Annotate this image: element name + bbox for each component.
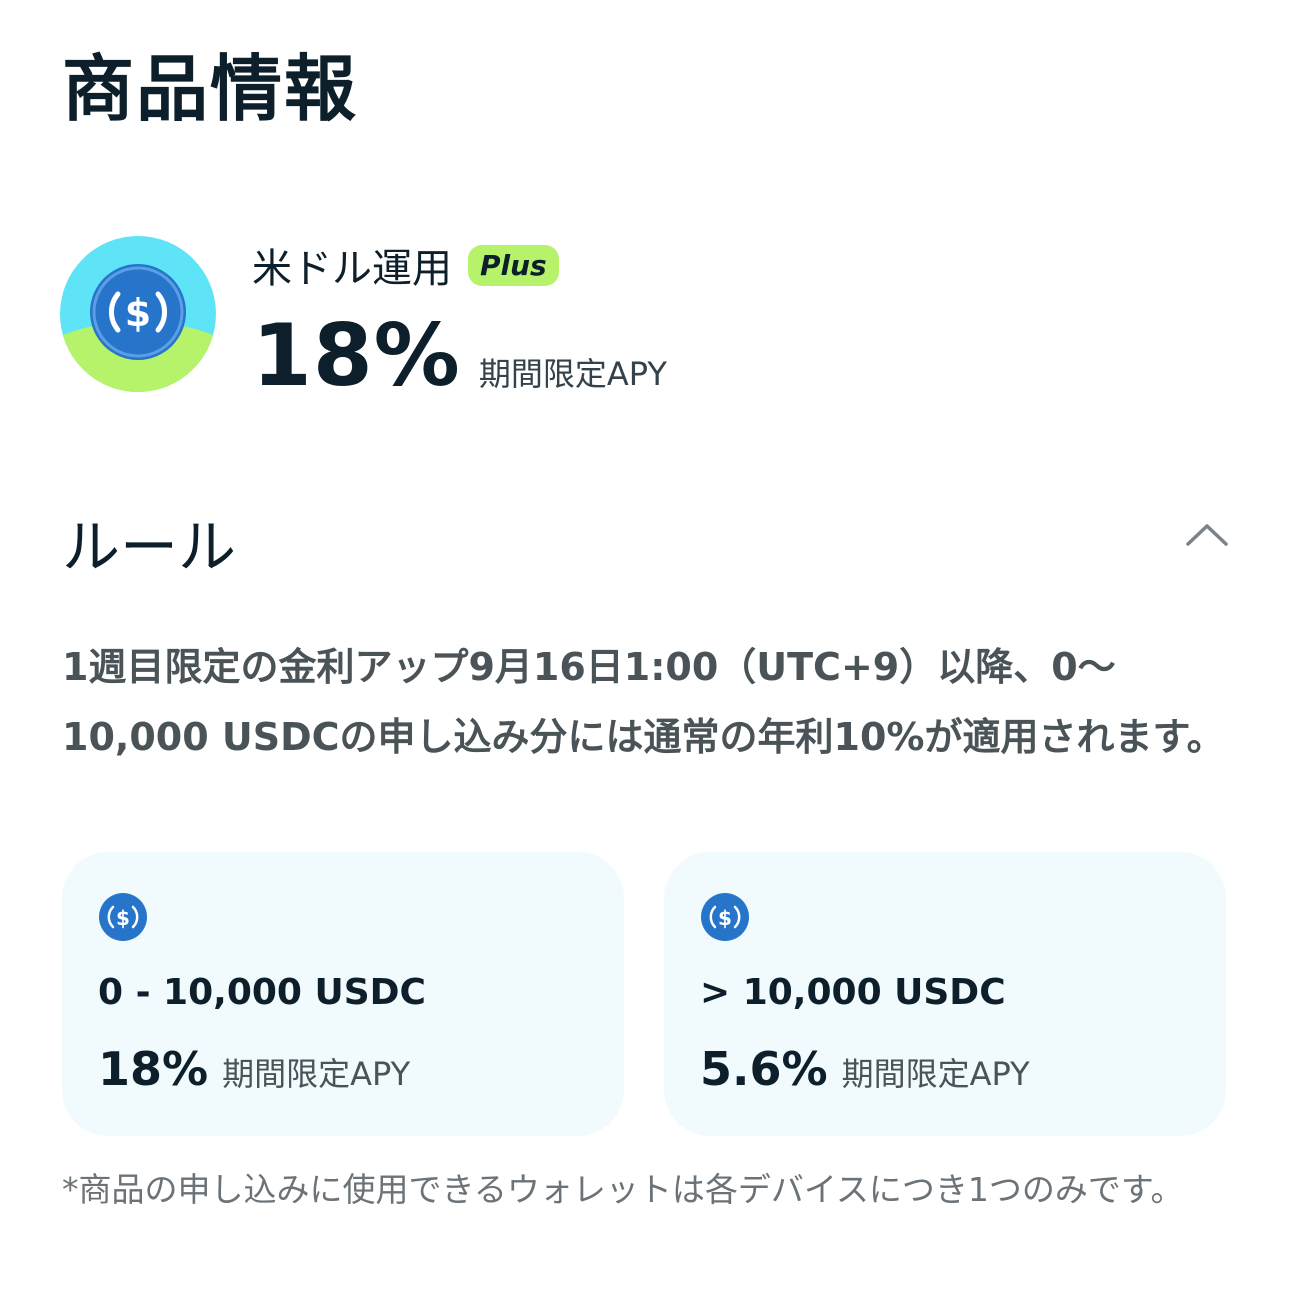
product-rate: 18% — [252, 306, 461, 406]
product-rate-suffix: 期間限定APY — [478, 355, 667, 393]
tier-rate-row: 18% 期間限定APY — [98, 1042, 410, 1096]
usdc-coin-icon: $ — [60, 236, 216, 392]
tier-rate-suffix: 期間限定APY — [841, 1055, 1030, 1093]
usdc-icon: $ — [700, 892, 750, 942]
tier-rate-suffix: 期間限定APY — [222, 1055, 411, 1093]
product-rate-row: 18% 期間限定APY — [252, 306, 667, 406]
tier-rate: 18% — [98, 1042, 209, 1096]
footnote: *商品の申し込みに使用できるウォレットは各デバイスにつき1つのみです。 — [62, 1170, 1184, 1209]
tier-range: 0 - 10,000 USDC — [98, 972, 426, 1013]
plus-badge: Plus — [468, 244, 559, 286]
product-name-row: 米ドル運用 Plus — [252, 236, 559, 294]
svg-text:$: $ — [125, 291, 151, 335]
page-title: 商品情報 — [62, 47, 359, 131]
rules-header: ルール — [62, 513, 237, 581]
tier-rate: 5.6% — [700, 1042, 828, 1096]
chevron-up-icon[interactable] — [1180, 514, 1234, 554]
rules-description: 1週目限定の金利アップ9月16日1:00（UTC+9）以降、0〜10,000 U… — [62, 645, 1225, 759]
tier-range: > 10,000 USDC — [700, 972, 1006, 1013]
usdc-icon: $ — [98, 892, 148, 942]
svg-text:$: $ — [116, 906, 130, 930]
tier-rate-row: 5.6% 期間限定APY — [700, 1042, 1030, 1096]
tier-card-high: $ > 10,000 USDC 5.6% 期間限定APY — [664, 852, 1226, 1136]
tier-card-low: $ 0 - 10,000 USDC 18% 期間限定APY — [62, 852, 624, 1136]
product-name: 米ドル運用 — [252, 246, 452, 292]
svg-text:$: $ — [718, 906, 732, 930]
